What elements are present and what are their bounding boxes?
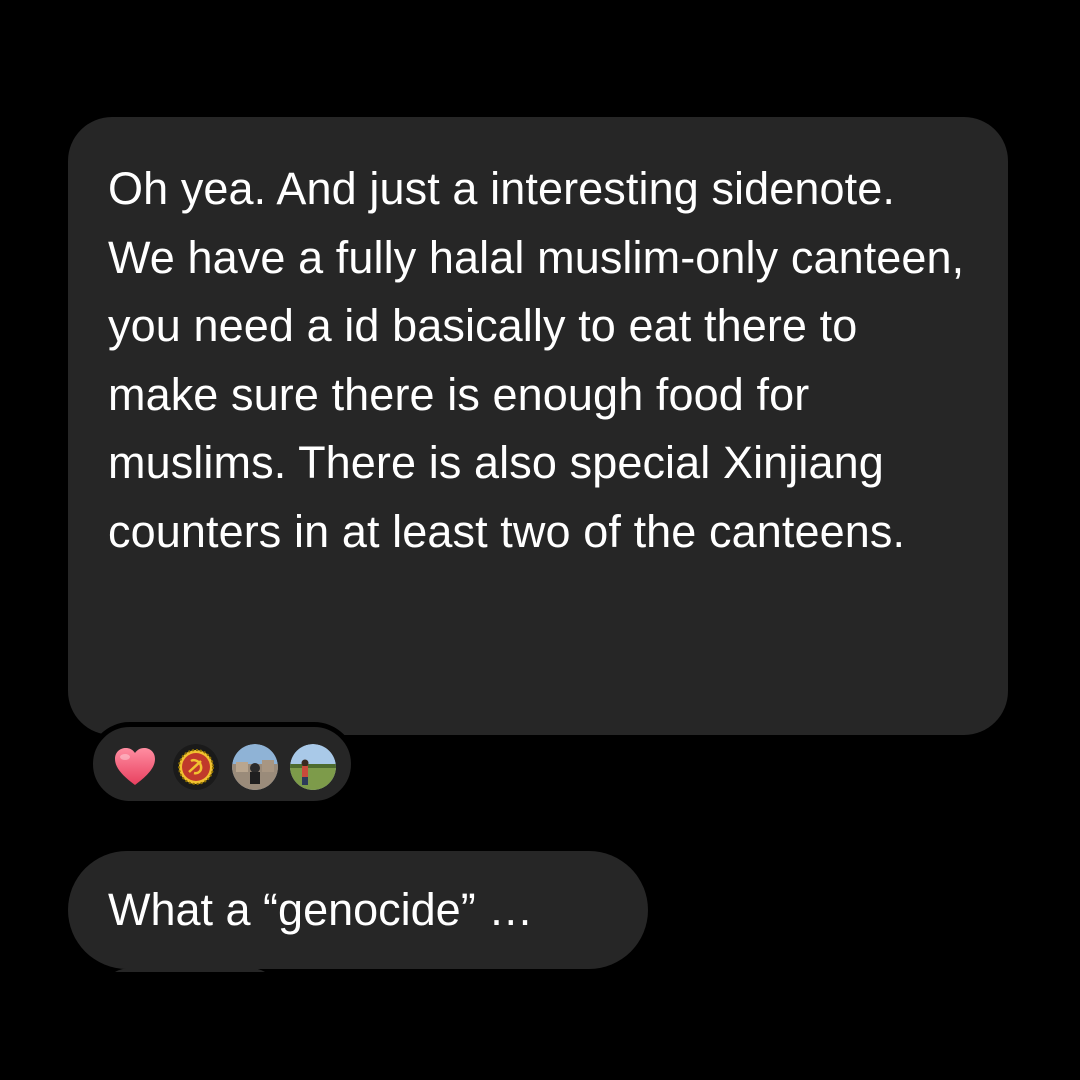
screen-cutoff — [0, 972, 1080, 1080]
avatar-photo-icon — [232, 744, 278, 790]
reactions-bar[interactable] — [88, 722, 356, 806]
chat-screen: Oh yea. And just a interesting sidenote.… — [0, 0, 1080, 1080]
message-bubble[interactable]: What a “genocide” … — [68, 851, 648, 969]
message-bubble[interactable]: Oh yea. And just a interesting sidenote.… — [68, 117, 1008, 735]
message-text: Oh yea. And just a interesting sidenote.… — [108, 163, 965, 557]
message-text: What a “genocide” … — [108, 884, 534, 935]
avatar-field-icon — [290, 744, 336, 790]
avatar-emblem-icon — [173, 744, 219, 790]
heart-icon — [115, 748, 155, 785]
